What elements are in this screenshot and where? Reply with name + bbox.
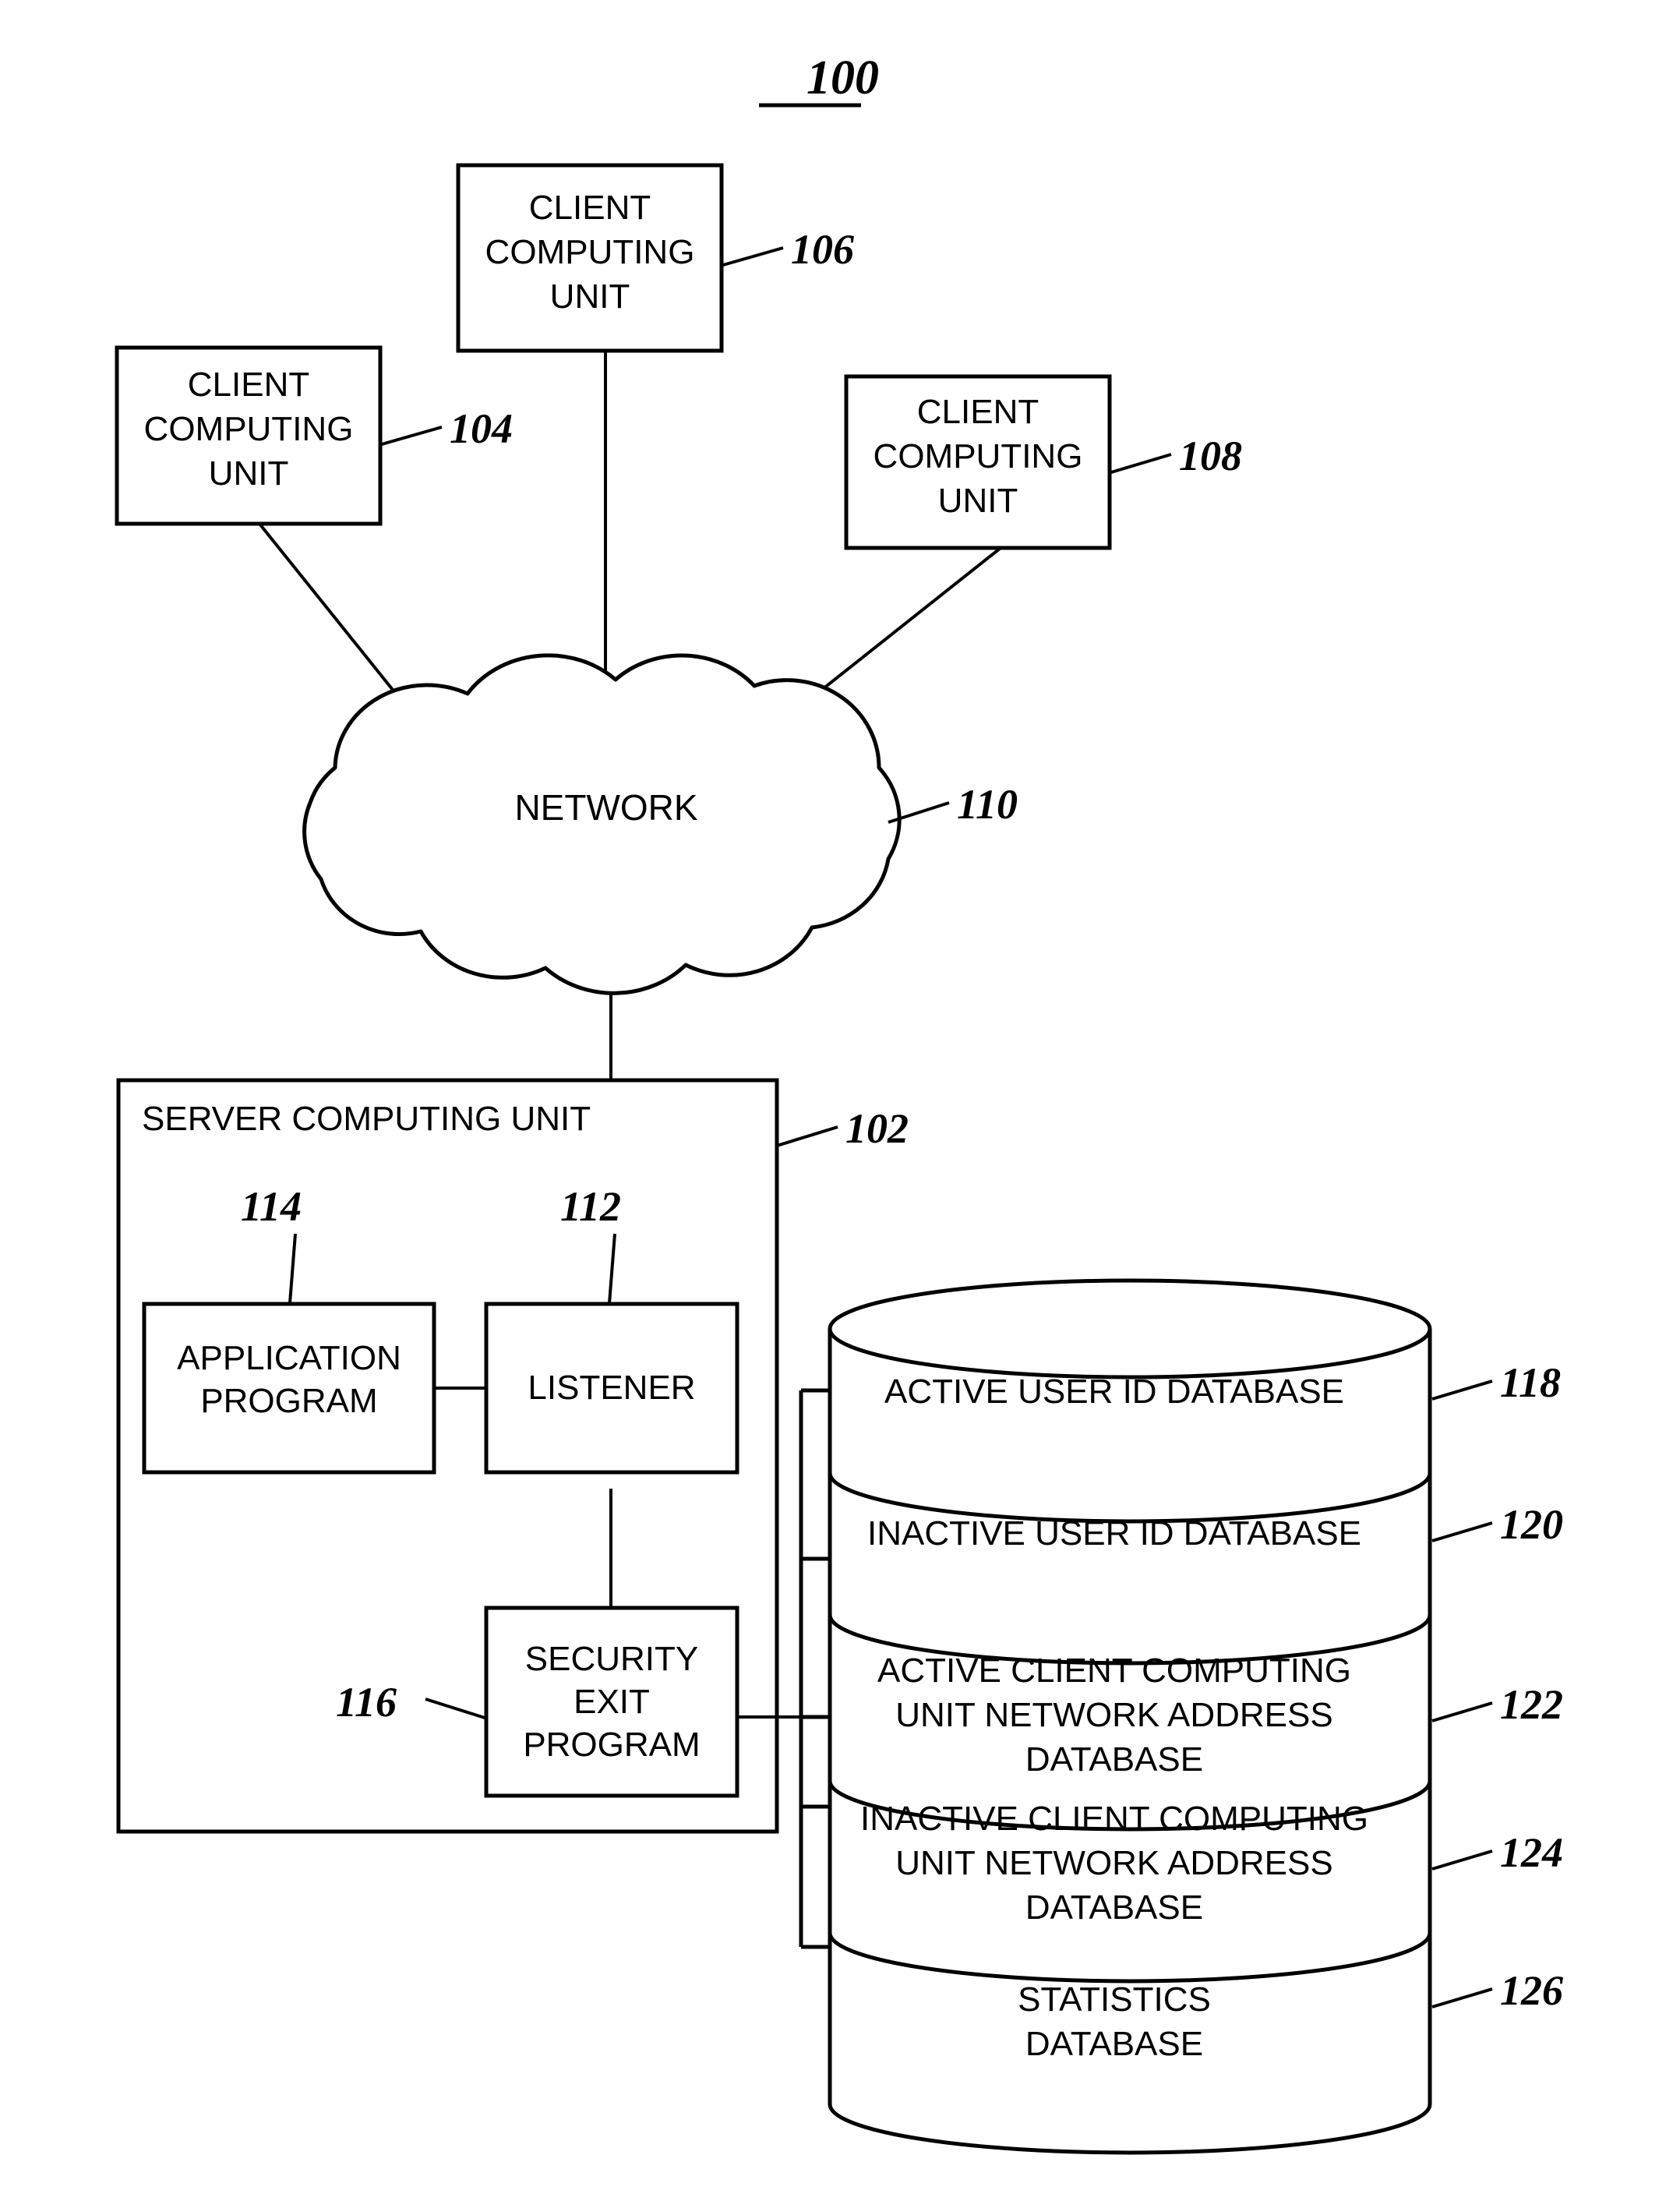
server-label: SERVER COMPUTING UNIT bbox=[142, 1100, 591, 1138]
database-bus bbox=[799, 1388, 832, 1949]
figure-canvas: 100 CLIENT COMPUTING UNIT 106 CLIENT COM… bbox=[115, 51, 1563, 2155]
client-106-label-line1: CLIENT bbox=[529, 189, 651, 227]
database-126-label-line2: DATABASE bbox=[1025, 2025, 1203, 2063]
database-124-label-line3: DATABASE bbox=[1025, 1888, 1203, 1927]
client-108-label-line2: COMPUTING bbox=[874, 437, 1083, 475]
client-104-ref: 104 bbox=[450, 405, 513, 452]
link-client104-network bbox=[258, 522, 407, 707]
database-120-leader-line bbox=[1431, 1521, 1493, 1542]
client-104-label-line1: CLIENT bbox=[188, 366, 309, 404]
database-122-label-line1: ACTIVE CLIENT COMPUTING bbox=[877, 1652, 1351, 1690]
client-104-label-line3: UNIT bbox=[209, 454, 289, 493]
client-106-label-line3: UNIT bbox=[550, 277, 630, 316]
database-124-ref: 124 bbox=[1500, 1829, 1563, 1876]
patent-figure: 100 CLIENT COMPUTING UNIT 106 CLIENT COM… bbox=[0, 0, 1680, 2208]
application-program-label-line2: PROGRAM bbox=[200, 1382, 377, 1420]
database-126-label-line1: STATISTICS bbox=[1018, 1980, 1211, 2019]
client-108-label-line1: CLIENT bbox=[917, 393, 1039, 431]
database-120-ref: 120 bbox=[1500, 1501, 1563, 1548]
client-108-ref: 108 bbox=[1179, 433, 1242, 479]
server-ref: 102 bbox=[845, 1105, 909, 1152]
network-ref: 110 bbox=[957, 781, 1018, 828]
client-104-leader-line bbox=[381, 426, 443, 446]
network-cloud[interactable]: NETWORK 110 bbox=[302, 653, 1018, 995]
database-122-label-line2: UNIT NETWORK ADDRESS bbox=[895, 1696, 1332, 1734]
listener-ref: 112 bbox=[560, 1183, 621, 1230]
security-exit-program-label-line3: PROGRAM bbox=[523, 1726, 700, 1764]
database-122-label-line3: DATABASE bbox=[1025, 1740, 1203, 1779]
database-118-label-line1: ACTIVE USER ID DATABASE bbox=[884, 1372, 1344, 1411]
client-106-leader-line bbox=[722, 246, 784, 267]
database-126-leader-line bbox=[1431, 1987, 1493, 2008]
security-exit-program-label-line1: SECURITY bbox=[525, 1640, 698, 1678]
database-122-ref: 122 bbox=[1500, 1681, 1563, 1728]
network-label: NETWORK bbox=[514, 787, 697, 828]
database-124-label-line2: UNIT NETWORK ADDRESS bbox=[895, 1844, 1332, 1882]
cylinder-top-ellipse bbox=[828, 1278, 1432, 1380]
server-leader-line bbox=[776, 1125, 838, 1147]
client-computing-unit-104[interactable]: CLIENT COMPUTING UNIT 104 bbox=[115, 345, 513, 526]
figure-title: 100 bbox=[806, 51, 879, 104]
link-client108-network bbox=[810, 544, 1005, 699]
listener[interactable]: LISTENER 112 bbox=[484, 1183, 739, 1475]
client-104-label-line2: COMPUTING bbox=[144, 410, 354, 448]
database-120-label-line1: INACTIVE USER ID DATABASE bbox=[867, 1514, 1361, 1553]
application-program-label-line1: APPLICATION bbox=[177, 1339, 401, 1377]
listener-leader-line bbox=[608, 1233, 616, 1304]
client-106-ref: 106 bbox=[791, 226, 854, 273]
listener-label: LISTENER bbox=[528, 1369, 695, 1407]
database-118-leader-line bbox=[1431, 1380, 1493, 1401]
database-124-leader-line bbox=[1431, 1849, 1493, 1871]
client-computing-unit-108[interactable]: CLIENT COMPUTING UNIT 108 bbox=[844, 374, 1242, 550]
security-exit-program-leader-line bbox=[425, 1698, 485, 1719]
client-106-label-line2: COMPUTING bbox=[485, 233, 695, 271]
client-108-label-line3: UNIT bbox=[938, 482, 1018, 520]
application-program[interactable]: APPLICATION PROGRAM 114 bbox=[142, 1183, 436, 1475]
database-cylinder-stack[interactable]: ACTIVE USER ID DATABASE 118 INACTIVE USE… bbox=[828, 1278, 1563, 2155]
database-122-leader-line bbox=[1431, 1701, 1493, 1722]
figure-title-group: 100 bbox=[759, 51, 879, 108]
application-program-ref: 114 bbox=[241, 1183, 302, 1230]
client-computing-unit-106[interactable]: CLIENT COMPUTING UNIT 106 bbox=[456, 163, 854, 353]
application-program-leader-line bbox=[288, 1233, 297, 1304]
database-124-label-line1: INACTIVE CLIENT COMPUTING bbox=[860, 1800, 1368, 1838]
client-108-leader-line bbox=[1110, 453, 1172, 474]
database-126-ref: 126 bbox=[1500, 1967, 1563, 2014]
security-exit-program[interactable]: SECURITY EXIT PROGRAM 116 bbox=[336, 1606, 739, 1798]
database-118-ref: 118 bbox=[1500, 1359, 1561, 1406]
security-exit-program-label-line2: EXIT bbox=[574, 1683, 650, 1721]
security-exit-program-ref: 116 bbox=[336, 1679, 397, 1726]
